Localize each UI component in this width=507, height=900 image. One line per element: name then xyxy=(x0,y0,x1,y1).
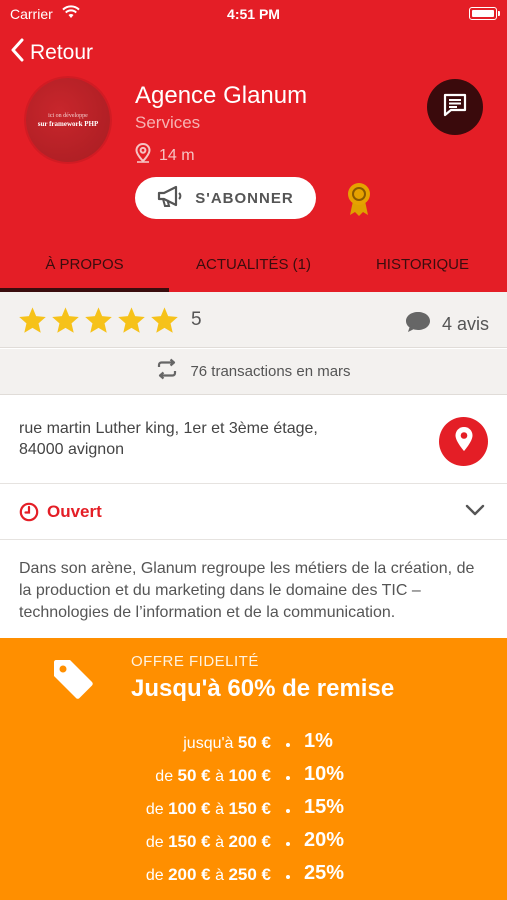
tier-separator xyxy=(286,875,290,879)
tier-percent: 10% xyxy=(304,763,345,785)
tier-separator xyxy=(286,809,290,813)
comment-icon xyxy=(404,310,432,339)
transactions-bar: 76 transactions en mars xyxy=(0,349,507,395)
map-pin-icon xyxy=(454,426,474,457)
discount-tier: de 50 € à 100 € 10% xyxy=(0,760,507,790)
distance: 14 m xyxy=(135,142,195,168)
tier-separator xyxy=(286,842,290,846)
reviews-count: 4 avis xyxy=(441,314,489,334)
star-rating xyxy=(18,306,179,334)
agency-category: Services xyxy=(135,113,201,132)
offer-title: Jusqu'à 60% de remise xyxy=(131,675,395,702)
star-icon xyxy=(19,306,46,333)
tier-percent: 25% xyxy=(304,862,345,884)
tab-a-propos[interactable]: À PROPOS xyxy=(0,242,169,292)
discount-tier: de 100 € à 150 € 15% xyxy=(0,793,507,823)
status-bar: Carrier 4:51 PM xyxy=(0,0,507,28)
discount-tier: de 150 € à 200 € 20% xyxy=(0,826,507,856)
tier-separator xyxy=(286,743,290,747)
repeat-icon xyxy=(156,358,178,385)
address-line2: 84000 avignon xyxy=(19,441,124,458)
profile-header: Carrier 4:51 PM Retour ici on développe … xyxy=(0,0,507,292)
star-icon xyxy=(52,306,79,333)
rating-bar: 5 4 avis xyxy=(0,292,507,348)
medal-icon xyxy=(345,181,373,222)
map-button[interactable] xyxy=(439,417,488,466)
back-button[interactable]: Retour xyxy=(10,38,93,67)
chat-icon xyxy=(442,93,468,122)
tier-range: jusqu'à 50 € xyxy=(183,733,271,752)
megaphone-icon xyxy=(157,184,183,213)
logo-wordmark: sur framework PHP xyxy=(37,119,99,128)
opening-hours-row[interactable]: Ouvert xyxy=(0,485,507,540)
tier-range: de 150 € à 200 € xyxy=(145,832,271,851)
clock-icon xyxy=(19,502,39,522)
tier-range: de 100 € à 150 € xyxy=(145,799,271,818)
star-icon xyxy=(118,306,145,333)
tier-range: de 50 € à 100 € xyxy=(155,766,271,785)
price-tag-icon xyxy=(50,656,96,707)
battery-icon xyxy=(469,7,500,20)
discount-tier: jusqu'à 50 € 1% xyxy=(0,727,507,757)
subscribe-label: S'ABONNER xyxy=(195,189,294,207)
address-row: rue martin Luther king, 1er et 3ème étag… xyxy=(0,396,507,484)
opening-status: Ouvert xyxy=(47,502,102,521)
chevron-down-icon xyxy=(465,503,485,522)
agency-description: Dans son arène, Glanum regroupe les méti… xyxy=(19,560,475,621)
transactions-label: 76 transactions en mars xyxy=(190,363,351,380)
logo-tagline: ici on développe xyxy=(48,112,88,119)
chevron-left-icon xyxy=(10,38,24,67)
agency-name: Agence Glanum xyxy=(135,82,308,109)
tier-range: de 200 € à 250 € xyxy=(145,865,271,884)
tab-historique[interactable]: HISTORIQUE xyxy=(338,242,507,292)
tier-percent: 15% xyxy=(304,796,345,818)
loyalty-offer: OFFRE FIDELITÉ Jusqu'à 60% de remise jus… xyxy=(0,638,507,900)
clock: 4:51 PM xyxy=(227,6,280,22)
offer-kicker: OFFRE FIDELITÉ xyxy=(131,653,259,670)
star-icon xyxy=(85,306,112,333)
tier-percent: 20% xyxy=(304,829,345,851)
tier-separator xyxy=(286,776,290,780)
profile-tabs: À PROPOS ACTUALITÉS (1) HISTORIQUE xyxy=(0,242,507,292)
rating-value: 5 xyxy=(191,308,202,330)
star-icon xyxy=(151,306,178,333)
tab-actualites[interactable]: ACTUALITÉS (1) xyxy=(169,242,338,292)
message-button[interactable] xyxy=(427,79,483,135)
reviews-link[interactable]: 4 avis xyxy=(404,310,489,339)
discount-tier: de 200 € à 250 € 25% xyxy=(0,859,507,889)
location-pin-icon xyxy=(135,142,151,168)
back-label: Retour xyxy=(30,40,94,64)
address-line1: rue martin Luther king, 1er et 3ème étag… xyxy=(19,420,318,437)
tier-percent: 1% xyxy=(304,730,333,752)
agency-logo: ici on développe sur framework PHP xyxy=(26,78,110,162)
subscribe-button[interactable]: S'ABONNER xyxy=(135,177,316,219)
distance-label: 14 m xyxy=(159,146,195,164)
